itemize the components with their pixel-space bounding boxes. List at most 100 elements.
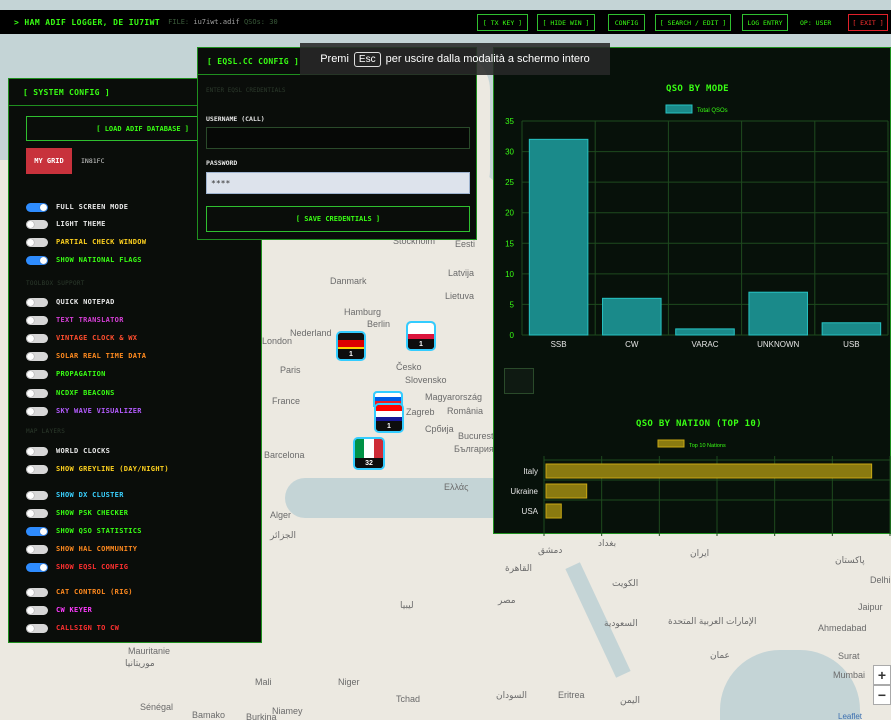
toggle-show-psk-checker[interactable]: SHOW PSK CHECKER [26,508,128,518]
bar-usb [821,322,882,336]
toggle-switch[interactable] [26,297,48,307]
toggle-show-qso-statistics[interactable]: SHOW QSO STATISTICS [26,526,142,536]
toggle-ncdxf-beacons[interactable]: NCDXF BEACONS [26,388,115,398]
map-label: Bucuresti [458,431,496,441]
map-label: القاهرة [505,563,532,573]
toggle-label: PARTIAL CHECK WINDOW [56,238,147,246]
legend-label: Total QSOs [697,108,728,114]
username-input[interactable] [206,127,470,149]
toggle-label: PROPAGATION [56,370,106,378]
toggle-show-national-flags[interactable]: SHOW NATIONAL FLAGS [26,255,142,265]
toggle-cw-keyer[interactable]: CW KEYER [26,605,92,615]
toggle-switch[interactable] [26,508,48,518]
toggle-switch[interactable] [26,237,48,247]
toggle-switch[interactable] [26,388,48,398]
y-tick-label: Italy [523,467,538,476]
toggle-switch[interactable] [26,255,48,265]
exit-button[interactable]: [ EXIT ] [848,14,888,31]
toggle-switch[interactable] [26,623,48,633]
leaflet-attribution[interactable]: Leaflet [838,712,862,720]
bar-ssb [528,138,589,336]
y-tick-label: 15 [505,239,514,248]
toggle-switch[interactable] [26,587,48,597]
toggle-sky-wave-visualizer[interactable]: SKY WAVE VISUALIZER [26,406,142,416]
toggle-partial-check-window[interactable]: PARTIAL CHECK WINDOW [26,237,146,247]
toggle-vintage-clock-wx[interactable]: VINTAGE CLOCK & WX [26,333,137,343]
toggle-solar-real-time-data[interactable]: SOLAR REAL TIME DATA [26,351,146,361]
y-tick-label: 10 [505,270,514,279]
map-label: پاکستان [835,555,865,565]
log-entry-button[interactable]: LOG ENTRY [742,14,788,31]
toggle-light-theme[interactable]: LIGHT THEME [26,219,106,229]
x-tick-label: UNKNOWN [757,340,799,348]
toggle-switch[interactable] [26,406,48,416]
toggle-show-dx-cluster[interactable]: SHOW DX CLUSTER [26,490,124,500]
config-button[interactable]: CONFIG [608,14,645,31]
map-label: Bamako [192,710,226,720]
x-tick-label: SSB [551,340,567,348]
y-tick-label: 25 [505,178,514,187]
password-input[interactable]: **** [206,172,470,194]
toggle-label: SHOW PSK CHECKER [56,509,129,517]
map-label: الكويت [612,578,639,588]
toggle-switch[interactable] [26,446,48,456]
flag-marker-italy[interactable]: 32 [353,437,385,470]
my-grid-button[interactable]: MY GRID [26,148,72,174]
map-label: Niger [338,677,360,687]
toggle-label: SOLAR REAL TIME DATA [56,352,147,360]
toggle-switch[interactable] [26,351,48,361]
toggle-quick-notepad[interactable]: QUICK NOTEPAD [26,297,115,307]
map-label: Nederland [290,328,332,338]
search-edit-button[interactable]: [ SEARCH / EDIT ] [655,14,731,31]
toggle-switch[interactable] [26,369,48,379]
toggle-switch[interactable] [26,333,48,343]
toggle-switch[interactable] [26,202,48,212]
y-tick-label: 20 [505,209,514,218]
toggle-switch[interactable] [26,315,48,325]
map-label: دمشق [538,545,563,555]
zoom-out-button[interactable]: − [873,685,891,705]
save-credentials-button[interactable]: [ SAVE CREDENTIALS ] [206,206,470,232]
hide-win-button[interactable]: [ HIDE WIN ] [537,14,595,31]
zoom-in-button[interactable]: + [873,665,891,685]
toggle-full-screen-mode[interactable]: FULL SCREEN MODE [26,202,128,212]
toggle-world-clocks[interactable]: WORLD CLOCKS [26,446,110,456]
map-mediterranean [285,478,515,518]
map-label: Česko [396,362,422,372]
toggle-show-hal-community[interactable]: SHOW HAL COMMUNITY [26,544,137,554]
toggle-show-greyline-day-night[interactable]: SHOW GREYLINE (DAY/NIGHT) [26,464,169,474]
toggle-switch[interactable] [26,219,48,229]
flag-marker-germany[interactable]: 1 [336,331,366,361]
panel-title: [ SYSTEM CONFIG ] [23,88,110,97]
toggle-text-translator[interactable]: TEXT TRANSLATOR [26,315,124,325]
collapsed-widget[interactable] [504,368,534,394]
map-label: Mali [255,677,272,687]
toggle-callsign-to-cw[interactable]: CALLSIGN TO CW [26,623,119,633]
map-label: السودان [496,690,528,700]
toggle-label: WORLD CLOCKS [56,447,111,455]
toggle-switch[interactable] [26,544,48,554]
grid-locator-field[interactable]: IN81FC [77,148,198,174]
bar-unknown [748,291,808,336]
map-label: ایران [690,548,710,558]
toggle-switch[interactable] [26,464,48,474]
toggle-label: SHOW QSO STATISTICS [56,527,142,535]
map-label: Eritrea [558,690,585,700]
toggle-propagation[interactable]: PROPAGATION [26,369,106,379]
load-adif-button[interactable]: [ LOAD ADIF DATABASE ] [26,116,198,141]
app-title: > HAM ADIF LOGGER, DE IU7IWT [14,17,161,27]
toggle-switch[interactable] [26,605,48,615]
toggle-switch[interactable] [26,526,48,536]
tx-key-button[interactable]: [ TX KEY ] [477,14,528,31]
toggle-cat-control-rig[interactable]: CAT CONTROL (RIG) [26,587,133,597]
toggle-label: NCDXF BEACONS [56,389,115,397]
y-tick-label: 5 [510,300,515,309]
toggle-switch[interactable] [26,490,48,500]
toggle-show-eqsl-config[interactable]: SHOW EQSL CONFIG [26,562,128,572]
bar-cw [602,297,662,336]
flag-marker-poland[interactable]: 1 [406,321,436,351]
toggle-switch[interactable] [26,562,48,572]
flag-marker-croatia[interactable]: 1 [374,403,404,433]
flag-count: 1 [408,339,434,349]
map-label: موريتانيا [125,658,155,668]
